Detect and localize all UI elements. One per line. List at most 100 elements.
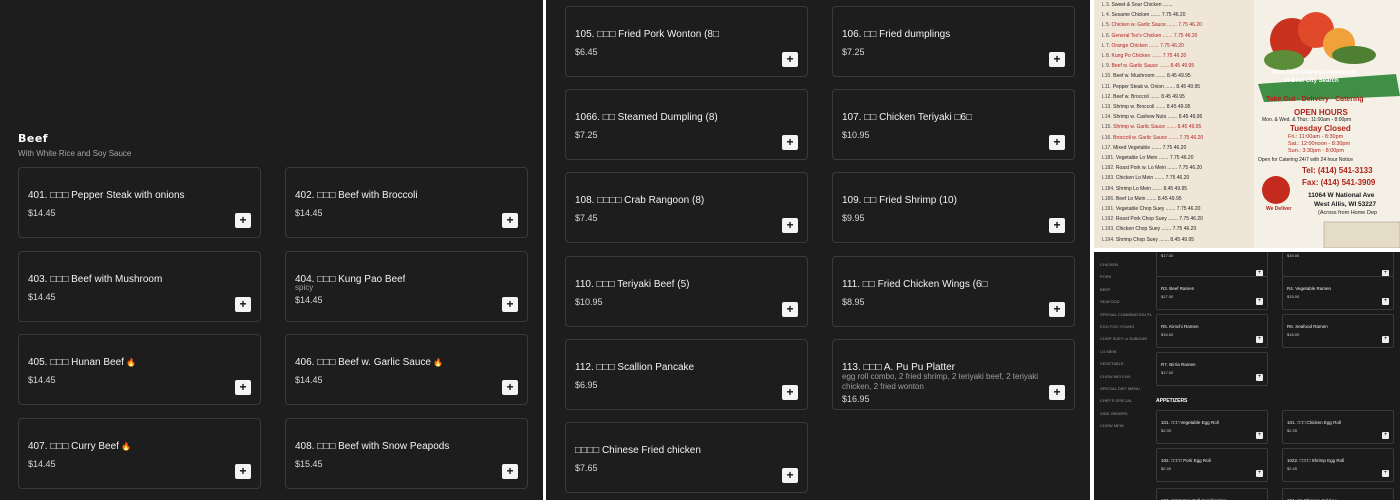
item-price: 8.45 49.95 — [1163, 185, 1188, 192]
menu-item-card[interactable]: 111. □□ Fried Chicken Wings (6□ $8.95 + — [832, 255, 1075, 327]
add-button[interactable]: + — [782, 218, 798, 234]
add-button[interactable]: + — [1256, 336, 1263, 343]
add-button[interactable]: + — [1256, 298, 1263, 305]
add-button[interactable]: + — [782, 52, 798, 67]
item-price: 7.75 46.20 — [1176, 206, 1201, 212]
menu-item-card[interactable]: 407. □□□ Curry Beef 🔥 $14.45 + — [18, 417, 261, 489]
add-button[interactable]: + — [502, 380, 518, 395]
add-button[interactable]: + — [782, 468, 798, 483]
sidebar-category[interactable]: CHOW MEIN — [1100, 423, 1124, 428]
add-button[interactable]: + — [235, 296, 251, 312]
menu-item-card[interactable]: 109. □□ Fried Shrimp (10) $9.95 + — [832, 172, 1075, 244]
item-name: 101. □□□ Vegetable Egg Roll — [1161, 420, 1219, 425]
item-price: $2.45 — [1161, 466, 1172, 471]
add-button[interactable]: + — [1256, 374, 1263, 381]
menu-item-card[interactable]: 405. □□□ Hunan Beef 🔥 $14.45 + — [18, 334, 261, 405]
item-name: 406. □□□ Beef w. Garlic Sauce 🔥 — [295, 357, 443, 368]
menu-item-card[interactable]: 108. □□□□ Crab Rangoon (8) $7.45 + — [565, 172, 808, 244]
item-name: Beef w. Mushroom ....... — [1113, 73, 1168, 80]
item-code: L 5. — [1102, 22, 1112, 29]
item-price: $6.95 — [575, 379, 598, 390]
menu-item-card[interactable]: 110. □□□ Teriyaki Beef (5) $10.95 + — [565, 255, 808, 327]
add-button[interactable]: + — [1049, 135, 1065, 151]
sidebar-category[interactable]: SIDE ORDERS — [1100, 411, 1128, 416]
menu-item-card[interactable]: R4. Vegetable Ramen $15.00 + — [1282, 276, 1394, 310]
menu-item-card[interactable]: 112. □□□ Scallion Pancake $6.95 + — [565, 338, 808, 410]
add-button[interactable]: + — [502, 296, 518, 312]
menu-item-card[interactable]: 408. □□□ Beef with Snow Peapods $15.45 + — [285, 417, 528, 489]
hours-title: OPEN HOURS — [1294, 108, 1348, 117]
item-code: L10. — [1102, 73, 1114, 80]
sidebar-category[interactable]: LO MEIN — [1100, 349, 1116, 354]
add-button[interactable]: + — [235, 463, 251, 479]
menu-item-card[interactable]: R7. Birria Ramen $17.00 + — [1156, 352, 1268, 386]
item-name: 110. □□□ Teriyaki Beef (5) — [575, 278, 690, 290]
menu-item-card[interactable]: 107. □□ Chicken Teriyaki □6□ $10.95 + — [832, 89, 1075, 161]
menu-item-card[interactable]: R6. Seafood Ramen $18.00 + — [1282, 314, 1394, 348]
menu-price-row: L186. Beef Lo Mein ....... 8.45 49.95 — [1102, 196, 1252, 205]
add-button[interactable]: + — [1382, 432, 1389, 439]
ramen-app-screenshot: CHICKEN PORK BEEF SEAFOOD SPECIAL COMBINATIO… — [1094, 252, 1400, 500]
menu-item-card[interactable]: 101. □□□ Vegetable Egg Roll $2.35 + — [1156, 410, 1268, 444]
add-button[interactable]: + — [1049, 52, 1065, 67]
sidebar-category[interactable]: SEAFOOD — [1100, 299, 1120, 304]
add-button[interactable]: + — [1049, 384, 1065, 400]
menu-price-row: L17. Mixed Vegetable ....... 7.75 46.20 — [1102, 145, 1252, 154]
menu-item-card[interactable]: 105. □□□ Fried Pork Wonton (8□ $6.45 + — [565, 6, 808, 77]
address-line-3: (Across from Home Dep — [1318, 210, 1377, 216]
menu-item-card[interactable]: 406. □□□ Beef w. Garlic Sauce 🔥 $14.45 + — [285, 334, 528, 405]
item-code: L 7. — [1102, 42, 1112, 49]
add-button[interactable]: + — [502, 463, 518, 479]
add-button[interactable]: + — [1382, 298, 1389, 305]
menu-item-card[interactable]: 403. □□□ Beef with Mushroom $14.45 + — [18, 250, 261, 322]
add-button[interactable]: + — [502, 213, 518, 228]
add-button[interactable]: + — [782, 384, 798, 400]
add-button[interactable]: + — [1049, 301, 1065, 317]
item-name: Chicken w. Garlic Sauce ....... — [1111, 22, 1179, 29]
menu-item-card[interactable]: 1066. □□ Steamed Dumpling (8) $7.25 + — [565, 89, 808, 161]
item-price: $17.00 — [1161, 253, 1174, 258]
menu-item-card[interactable]: 104. □□ Chinese Cold Au+ — [1282, 488, 1394, 500]
item-price: $15.00 — [1287, 294, 1300, 299]
menu-price-list: L 3. Sweet & Sour Chicken ....... L 4. S… — [1094, 0, 1254, 248]
item-name: Beef w. Garlic Sauce ....... — [1111, 63, 1171, 70]
sidebar-category[interactable]: VEGETABLE — [1100, 361, 1124, 366]
appetizer-menu-panel: 105. □□□ Fried Pork Wonton (8□ $6.45 + 106.… — [546, 0, 1090, 500]
menu-item-card[interactable]: □□□□ Chinese Fried chicken $7.65 + — [565, 422, 808, 493]
menu-item-card[interactable]: 404. □□□ Kung Pao Beef spicy $14.45 + — [285, 250, 528, 322]
add-button[interactable]: + — [782, 135, 798, 151]
menu-item-card[interactable]: 402. □□□ Beef with Broccoli $14.45 + — [285, 167, 528, 238]
menu-item-card[interactable]: 106. □□ Fried dumplings $7.25 + — [832, 6, 1075, 77]
menu-item-card[interactable]: R3. Beef Ramen $17.00 + — [1156, 276, 1268, 310]
item-name: Beef Lo Mein ....... — [1115, 195, 1158, 202]
add-button[interactable]: + — [235, 213, 251, 228]
menu-item-card[interactable]: 113. □□□ A. Pu Pu Platter egg roll combo,… — [832, 338, 1075, 410]
sidebar-category[interactable]: PORK — [1100, 274, 1111, 279]
add-button[interactable]: + — [1256, 470, 1263, 477]
spicy-icon: 🔥 — [125, 358, 136, 367]
menu-item-card[interactable]: 102. □□□□ Pork Egg Roll $2.45 + — [1156, 448, 1268, 482]
sidebar-category[interactable]: EGG FOO YOUNG — [1100, 324, 1134, 329]
add-button[interactable]: + — [782, 301, 798, 317]
sidebar-category[interactable]: CHOP SUEY or SUBGUM — [1100, 336, 1147, 341]
sidebar-category[interactable]: SPECIAL COMBINATION PL — [1100, 312, 1152, 317]
item-price: 7.75 46.20 — [1179, 216, 1203, 223]
menu-item-card[interactable]: 1022. □□□□ Shrimp Egg Roll $2.45 + — [1282, 448, 1394, 482]
menu-item-card[interactable]: 401. □□□ Pepper Steak with onions $14.45 + — [18, 167, 261, 238]
menu-price-row: L184. Shrimp Lo Mein ....... 8.45 49.95 — [1102, 186, 1252, 195]
sidebar-category[interactable]: CHOW MEI FUN — [1100, 374, 1130, 379]
menu-item-card[interactable]: 103. □□□□ Egg Roll Combination+ — [1156, 488, 1268, 500]
sidebar-category[interactable]: CHEF'S SPECIAL — [1100, 398, 1132, 403]
menu-item-card[interactable]: R5. Kimchi Ramen $16.00 + — [1156, 314, 1268, 348]
item-price: $14.45 — [28, 208, 56, 218]
menu-item-card[interactable]: 101. □□□ Chicken Egg Roll $2.35 + — [1282, 410, 1394, 444]
add-button[interactable]: + — [1382, 336, 1389, 343]
sidebar-category[interactable]: SPECIAL DIET MENU — [1100, 386, 1140, 391]
item-price: $9.95 — [842, 213, 865, 224]
add-button[interactable]: + — [1256, 432, 1263, 439]
add-button[interactable]: + — [1382, 470, 1389, 477]
sidebar-category[interactable]: BEEF — [1100, 287, 1110, 292]
sidebar-category[interactable]: CHICKEN — [1100, 262, 1118, 267]
add-button[interactable]: + — [1049, 218, 1065, 234]
add-button[interactable]: + — [235, 380, 251, 395]
